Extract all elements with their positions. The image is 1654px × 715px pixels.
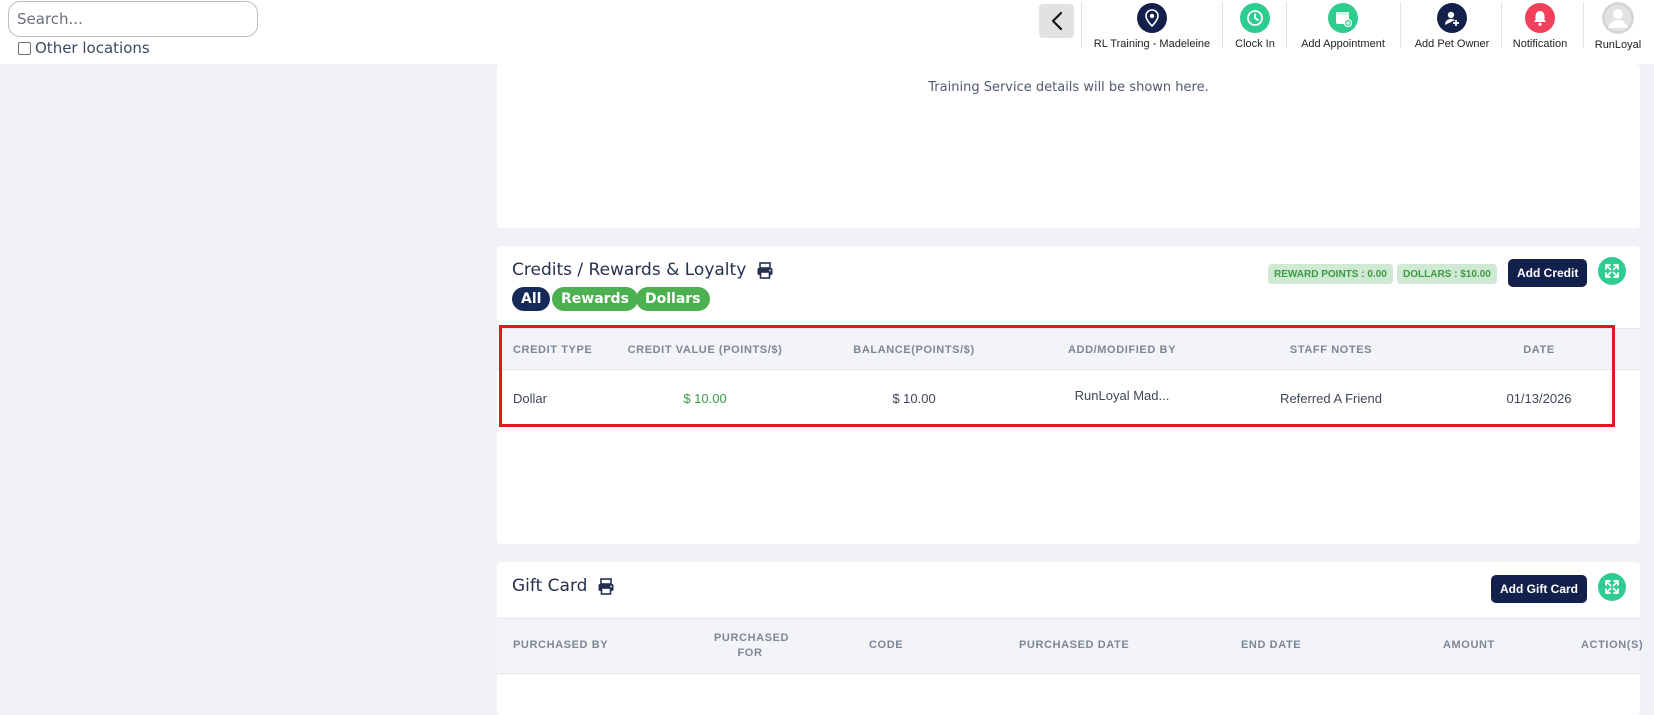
- nav-divider: [1222, 2, 1223, 48]
- chevron-left-icon: [1051, 11, 1062, 31]
- expand-icon: [1605, 580, 1619, 594]
- nav-profile-label: RunLoyal: [1594, 39, 1642, 51]
- credits-title-text: Credits / Rewards & Loyalty: [512, 260, 747, 280]
- modified-by-cell: RunLoyal Mad...: [1074, 388, 1170, 403]
- expand-gift-card-button[interactable]: [1598, 573, 1626, 601]
- nav-clock-in[interactable]: Clock In: [1230, 0, 1280, 52]
- print-icon[interactable]: [756, 261, 774, 279]
- gift-card-table-header: PURCHASED BY PURCHASED FOR CODE PURCHASE…: [497, 618, 1644, 674]
- other-locations-label: Other locations: [35, 39, 150, 57]
- nav-divider: [1583, 2, 1584, 48]
- column-header: ACTION(S): [1581, 639, 1644, 651]
- column-header: AMOUNT: [1443, 639, 1495, 651]
- nav-add-pet-owner-label: Add Pet Owner: [1414, 38, 1490, 50]
- clock-icon: [1240, 3, 1270, 33]
- staff-notes-cell: Referred A Friend: [1280, 391, 1382, 406]
- nav-add-pet-owner[interactable]: Add Pet Owner: [1408, 0, 1496, 52]
- add-gift-card-button[interactable]: Add Gift Card: [1491, 575, 1587, 603]
- filter-rewards-button[interactable]: Rewards: [552, 287, 638, 311]
- nav-location[interactable]: RL Training - Madeleine: [1088, 0, 1216, 52]
- nav-divider: [1081, 2, 1082, 48]
- balance-cell: $ 10.00: [892, 391, 936, 406]
- nav-add-appointment-label: Add Appointment: [1301, 38, 1385, 50]
- nav-notification-label: Notification: [1512, 38, 1568, 50]
- column-header: DATE: [1523, 344, 1555, 356]
- location-pin-icon: [1137, 3, 1167, 33]
- nav-location-label: RL Training - Madeleine: [1093, 38, 1211, 50]
- column-header: STAFF NOTES: [1289, 344, 1373, 356]
- credits-table-header: CREDIT TYPE CREDIT VALUE (POINTS/$) BALA…: [497, 328, 1640, 370]
- training-service-message: Training Service details will be shown h…: [928, 80, 1209, 95]
- back-button[interactable]: [1039, 4, 1074, 38]
- column-header: PURCHASED FOR: [714, 632, 790, 659]
- expand-credits-button[interactable]: [1598, 257, 1626, 285]
- print-icon[interactable]: [597, 577, 615, 595]
- column-header: END DATE: [1241, 639, 1302, 651]
- column-header: PURCHASED DATE: [1019, 639, 1130, 651]
- nav-profile[interactable]: RunLoyal: [1592, 0, 1644, 52]
- nav-divider: [1400, 2, 1401, 48]
- nav-divider: [1286, 2, 1287, 48]
- expand-icon: [1605, 264, 1619, 278]
- filter-dollars-button[interactable]: Dollars: [636, 287, 710, 311]
- nav-clock-in-label: Clock In: [1235, 38, 1275, 50]
- bell-icon: [1525, 3, 1555, 33]
- credit-type-cell: Dollar: [513, 391, 547, 406]
- other-locations-checkbox[interactable]: Other locations: [18, 39, 150, 57]
- avatar-icon: [1602, 2, 1634, 34]
- column-header: CODE: [869, 639, 904, 651]
- credits-rewards-card: Credits / Rewards & Loyalty All Rewards …: [497, 246, 1640, 544]
- add-credit-button[interactable]: Add Credit: [1508, 259, 1588, 287]
- column-header: PURCHASED BY: [513, 639, 609, 651]
- credits-section-title: Credits / Rewards & Loyalty: [512, 260, 774, 280]
- column-header: ADD/MODIFIED BY: [1068, 344, 1176, 356]
- nav-notification[interactable]: Notification: [1509, 0, 1571, 52]
- calendar-add-icon: [1328, 3, 1358, 33]
- training-service-card: Training Service details will be shown h…: [497, 64, 1640, 228]
- search-input[interactable]: [8, 1, 258, 37]
- nav-add-appointment[interactable]: Add Appointment: [1293, 0, 1393, 52]
- top-bar: Other locations RL Training - Madeleine …: [0, 0, 1654, 64]
- nav-divider: [1501, 2, 1502, 48]
- column-header: BALANCE(POINTS/$): [853, 344, 975, 356]
- gift-card-card: Gift Card Add Gift Card PURCHASED BY PUR…: [497, 562, 1644, 715]
- dollars-badge: DOLLARS : $10.00: [1397, 264, 1497, 284]
- filter-all-button[interactable]: All: [512, 287, 551, 311]
- reward-points-badge: REWARD POINTS : 0.00: [1268, 264, 1393, 284]
- add-user-icon: [1437, 3, 1467, 33]
- column-header: CREDIT TYPE: [513, 344, 593, 356]
- checkbox-box[interactable]: [18, 41, 31, 55]
- gift-card-section-title: Gift Card: [512, 576, 615, 596]
- date-cell: 01/13/2026: [1506, 391, 1572, 406]
- credit-value-cell: $ 10.00: [683, 391, 727, 406]
- column-header: CREDIT VALUE (POINTS/$): [627, 344, 783, 356]
- gift-card-title-text: Gift Card: [512, 576, 588, 596]
